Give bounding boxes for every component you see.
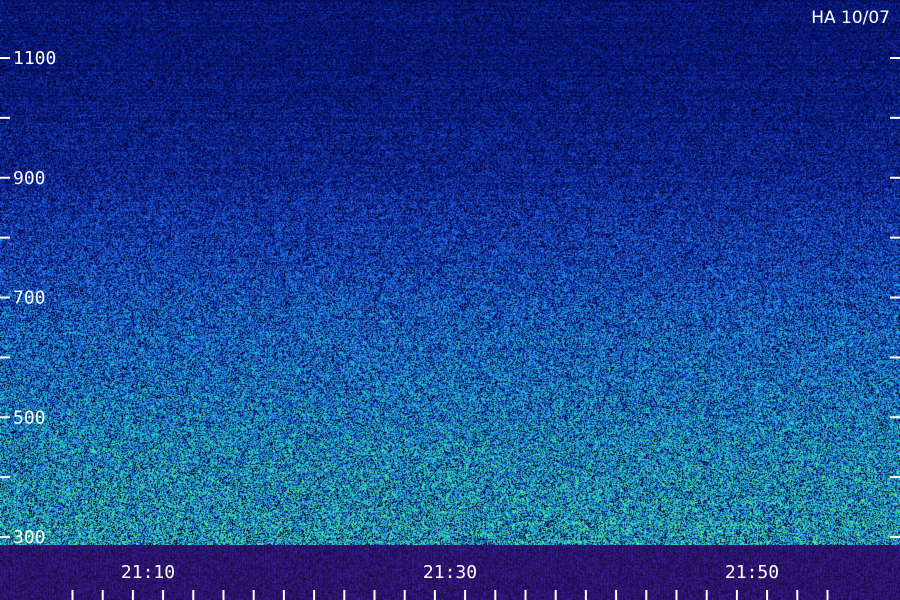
x-tick-label: 21:30 — [423, 562, 477, 583]
station-date-label: HA 10/07 — [811, 8, 890, 28]
axis-overlay: 300 500 700 900 1100 21:10 21:30 21:50 HA 10/0… — [0, 8, 900, 600]
y-tick-label: 500 — [13, 407, 46, 428]
y-tick-label: 700 — [13, 288, 46, 309]
y-tick-label: 300 — [13, 527, 46, 548]
y-axis-right — [890, 57, 900, 538]
spectrogram-chart: 300 500 700 900 1100 21:10 21:30 21:50 HA 10/0… — [0, 0, 900, 600]
x-tick-label: 21:50 — [725, 562, 779, 583]
y-axis: 300 500 700 900 1100 — [0, 48, 56, 548]
y-tick-label: 1100 — [13, 48, 56, 69]
x-tick-label: 21:10 — [121, 562, 175, 583]
y-tick-label: 900 — [13, 168, 46, 189]
x-axis: 21:10 21:30 21:50 — [71, 562, 829, 600]
